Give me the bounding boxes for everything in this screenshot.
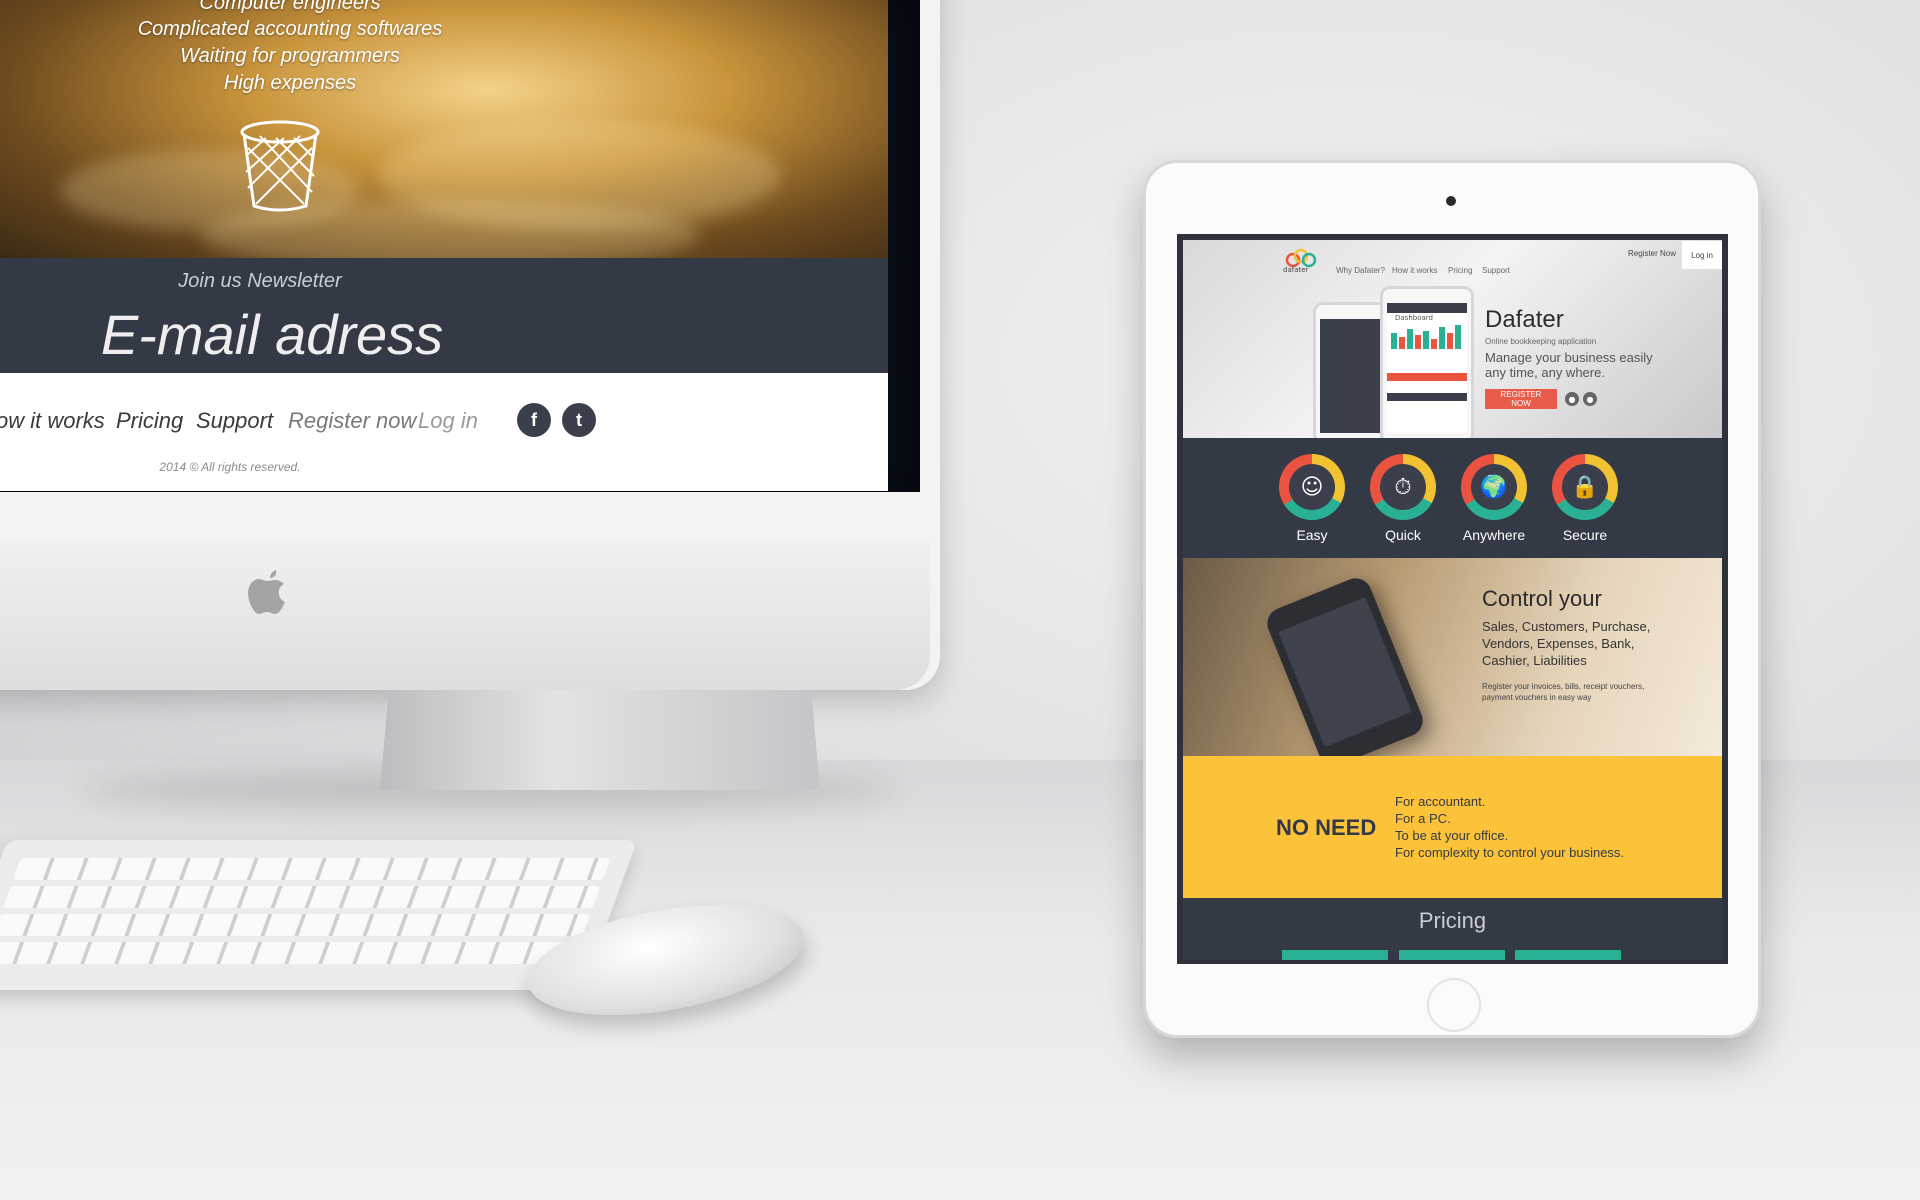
camera-icon (1446, 196, 1456, 206)
imac-chin (0, 540, 930, 690)
no-need-title: NO NEED (1276, 815, 1377, 840)
hero-line: Computer engineers (199, 0, 381, 14)
app-store-icon[interactable]: ● (1565, 392, 1579, 406)
easy-feature-icon: ☺ (1279, 454, 1345, 520)
dafater-logo-icon[interactable] (1283, 248, 1319, 268)
control-note: Register your invoices, bills, receipt v… (1482, 682, 1645, 702)
phone-mockup (1380, 286, 1474, 444)
pricing-card-header[interactable] (1282, 950, 1388, 960)
no-need-item: For complexity to control your business. (1395, 845, 1625, 860)
footer-link-pricing[interactable]: Pricing (116, 408, 183, 434)
no-need-item: For a PC. (1395, 811, 1451, 826)
app-description: Manage your business easily any time, an… (1485, 350, 1653, 380)
dashboard-title: Dashboard (1395, 314, 1433, 322)
nav-how-it-works[interactable]: How it works (1392, 266, 1437, 275)
nav-support[interactable]: Support (1482, 266, 1510, 275)
home-button[interactable] (1427, 978, 1481, 1032)
no-need-list: For accountant. For a PC. To be at your … (1395, 793, 1624, 861)
no-need-item: To be at your office. (1395, 828, 1509, 843)
google-play-icon[interactable]: ● (1583, 392, 1597, 406)
quick-feature-icon: ⏱ (1370, 454, 1436, 520)
twitter-icon[interactable]: t (562, 403, 596, 437)
register-now-button[interactable]: REGISTER NOW (1485, 389, 1557, 409)
pricing-card-header[interactable] (1399, 950, 1505, 960)
feature-label: Secure (1562, 527, 1608, 543)
feature-label: Quick (1385, 527, 1421, 543)
footer-link-how-it-works[interactable]: ow it works (0, 408, 105, 434)
footer-link-login[interactable]: Log in (418, 408, 478, 434)
feature-label: Anywhere (1462, 527, 1526, 543)
control-title: Control your (1482, 586, 1602, 611)
control-list: Sales, Customers, Purchase, Vendors, Exp… (1482, 619, 1651, 668)
nav-register-now[interactable]: Register Now (1628, 249, 1676, 258)
newsletter-title: Join us Newsletter (178, 270, 342, 292)
no-need-item: For accountant. (1395, 794, 1486, 809)
feature-label: Easy (1296, 527, 1328, 543)
hero-line: Waiting for programmers (180, 45, 400, 67)
trash-basket-icon (238, 118, 322, 214)
email-field[interactable] (60, 300, 484, 368)
logo-text: dafater (1283, 266, 1309, 274)
copyright-text: 2014 © All rights reserved. (159, 460, 301, 474)
nav-why-dafater[interactable]: Why Dafater? (1336, 266, 1385, 275)
hero-line: High expenses (223, 72, 357, 94)
anywhere-feature-icon: 🌍 (1461, 454, 1527, 520)
footer-link-register[interactable]: Register now (288, 408, 416, 434)
imac-stand (380, 690, 820, 790)
app-subtitle: Online bookkeeping application (1485, 337, 1597, 346)
apple-logo-icon (246, 566, 290, 620)
footer-link-support[interactable]: Support (196, 408, 273, 434)
pricing-card-header[interactable] (1515, 950, 1621, 960)
hero-banner: Computer engineers Complicated accountin… (0, 0, 888, 270)
nav-pricing[interactable]: Pricing (1448, 266, 1472, 275)
nav-login[interactable]: Log in (1682, 241, 1722, 269)
app-name: Dafater (1485, 306, 1564, 333)
hero-line: Complicated accounting softwares (137, 18, 443, 40)
facebook-icon[interactable]: f (517, 403, 551, 437)
secure-feature-icon: 🔒 (1552, 454, 1618, 520)
pricing-title: Pricing (1418, 908, 1487, 933)
